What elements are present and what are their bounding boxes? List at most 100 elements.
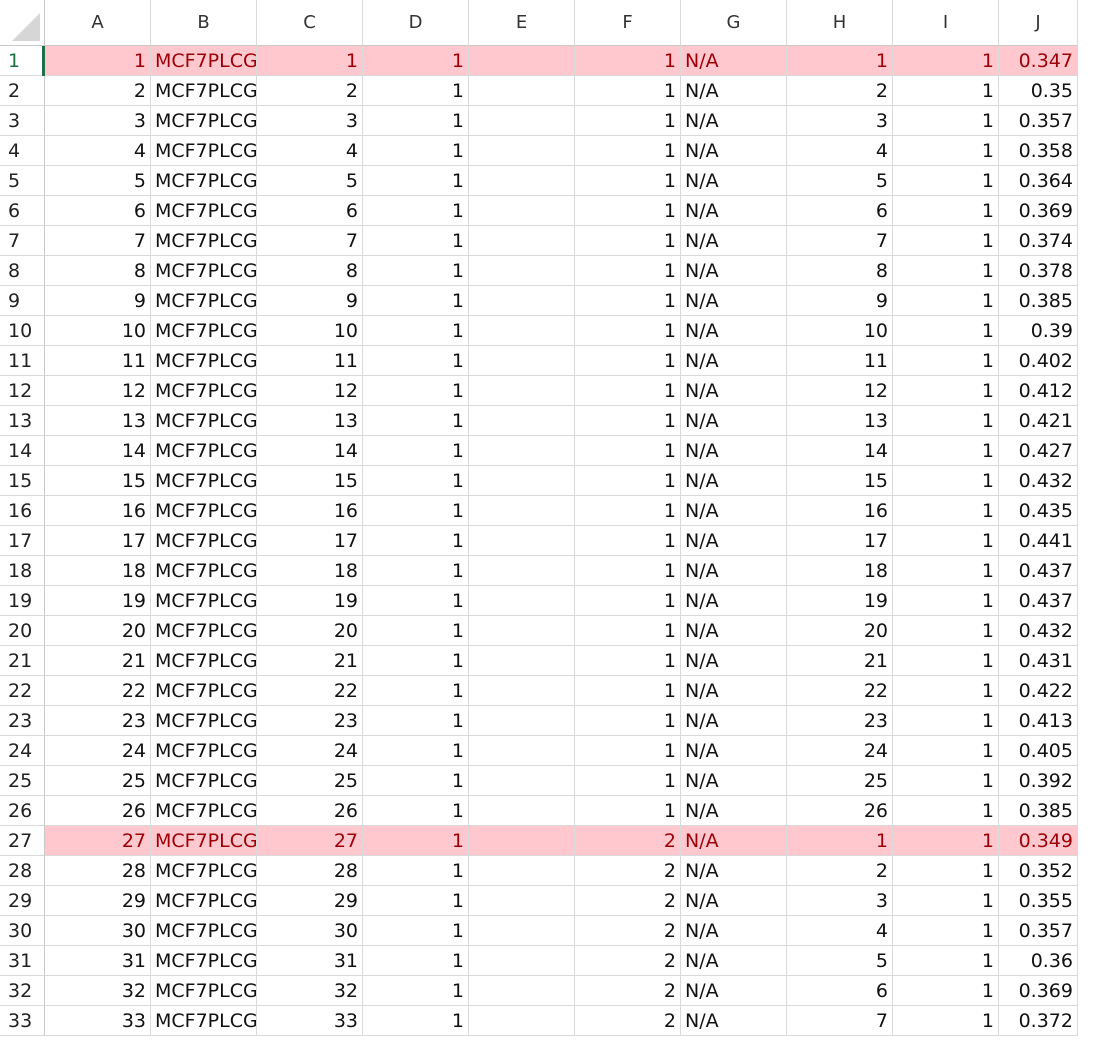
cell-d[interactable]: 1 <box>363 316 469 346</box>
cell-h[interactable]: 13 <box>787 406 893 436</box>
cell-e[interactable] <box>469 826 575 856</box>
cell-h[interactable]: 3 <box>787 886 893 916</box>
row-header[interactable]: 12 <box>0 376 45 406</box>
cell-f[interactable]: 1 <box>575 316 681 346</box>
cell-g[interactable]: N/A <box>681 466 787 496</box>
row-header[interactable]: 20 <box>0 616 45 646</box>
cell-c[interactable]: 16 <box>257 496 363 526</box>
cell-c[interactable]: 8 <box>257 256 363 286</box>
cell-g[interactable]: N/A <box>681 316 787 346</box>
cell-h[interactable]: 7 <box>787 1006 893 1036</box>
cell-a[interactable]: 26 <box>45 796 151 826</box>
cell-e[interactable] <box>469 166 575 196</box>
cell-h[interactable]: 1 <box>787 826 893 856</box>
cell-g[interactable]: N/A <box>681 916 787 946</box>
cell-d[interactable]: 1 <box>363 196 469 226</box>
cell-a[interactable]: 30 <box>45 916 151 946</box>
cell-c[interactable]: 14 <box>257 436 363 466</box>
cell-g[interactable]: N/A <box>681 526 787 556</box>
cell-b[interactable]: MCF7PLCG <box>151 496 257 526</box>
cell-d[interactable]: 1 <box>363 766 469 796</box>
cell-e[interactable] <box>469 436 575 466</box>
cell-a[interactable]: 29 <box>45 886 151 916</box>
cell-e[interactable] <box>469 196 575 226</box>
cell-h[interactable]: 15 <box>787 466 893 496</box>
column-header-c[interactable]: C <box>257 0 363 46</box>
cell-d[interactable]: 1 <box>363 856 469 886</box>
cell-a[interactable]: 17 <box>45 526 151 556</box>
cell-c[interactable]: 3 <box>257 106 363 136</box>
cell-d[interactable]: 1 <box>363 556 469 586</box>
cell-h[interactable]: 14 <box>787 436 893 466</box>
cell-c[interactable]: 1 <box>257 46 363 76</box>
cell-i[interactable]: 1 <box>893 976 999 1006</box>
cell-h[interactable]: 11 <box>787 346 893 376</box>
cell-g[interactable]: N/A <box>681 76 787 106</box>
cell-b[interactable]: MCF7PLCG <box>151 316 257 346</box>
cell-h[interactable]: 10 <box>787 316 893 346</box>
cell-c[interactable]: 13 <box>257 406 363 436</box>
cell-h[interactable]: 25 <box>787 766 893 796</box>
cell-b[interactable]: MCF7PLCG <box>151 796 257 826</box>
cell-h[interactable]: 6 <box>787 196 893 226</box>
cell-h[interactable]: 23 <box>787 706 893 736</box>
cell-a[interactable]: 28 <box>45 856 151 886</box>
cell-f[interactable]: 2 <box>575 826 681 856</box>
row-header[interactable]: 5 <box>0 166 45 196</box>
cell-h[interactable]: 16 <box>787 496 893 526</box>
cell-d[interactable]: 1 <box>363 466 469 496</box>
cell-d[interactable]: 1 <box>363 1006 469 1036</box>
cell-f[interactable]: 2 <box>575 886 681 916</box>
cell-h[interactable]: 4 <box>787 136 893 166</box>
cell-b[interactable]: MCF7PLCG <box>151 886 257 916</box>
cell-j[interactable]: 0.432 <box>999 616 1078 646</box>
cell-b[interactable]: MCF7PLCG <box>151 166 257 196</box>
row-header[interactable]: 2 <box>0 76 45 106</box>
cell-e[interactable] <box>469 226 575 256</box>
cell-j[interactable]: 0.358 <box>999 136 1078 166</box>
cell-f[interactable]: 1 <box>575 736 681 766</box>
cell-f[interactable]: 2 <box>575 1006 681 1036</box>
cell-e[interactable] <box>469 766 575 796</box>
cell-b[interactable]: MCF7PLCG <box>151 436 257 466</box>
cell-c[interactable]: 27 <box>257 826 363 856</box>
cell-a[interactable]: 33 <box>45 1006 151 1036</box>
cell-d[interactable]: 1 <box>363 796 469 826</box>
cell-i[interactable]: 1 <box>893 406 999 436</box>
row-header[interactable]: 8 <box>0 256 45 286</box>
cell-d[interactable]: 1 <box>363 916 469 946</box>
cell-a[interactable]: 20 <box>45 616 151 646</box>
cell-e[interactable] <box>469 946 575 976</box>
cell-j[interactable]: 0.369 <box>999 196 1078 226</box>
cell-a[interactable]: 7 <box>45 226 151 256</box>
column-header-g[interactable]: G <box>681 0 787 46</box>
cell-f[interactable]: 1 <box>575 196 681 226</box>
cell-b[interactable]: MCF7PLCG <box>151 1006 257 1036</box>
cell-d[interactable]: 1 <box>363 526 469 556</box>
cell-d[interactable]: 1 <box>363 706 469 736</box>
cell-i[interactable]: 1 <box>893 646 999 676</box>
cell-d[interactable]: 1 <box>363 586 469 616</box>
cell-j[interactable]: 0.372 <box>999 1006 1078 1036</box>
cell-c[interactable]: 11 <box>257 346 363 376</box>
cell-d[interactable]: 1 <box>363 346 469 376</box>
cell-h[interactable]: 22 <box>787 676 893 706</box>
cell-b[interactable]: MCF7PLCG <box>151 256 257 286</box>
cell-h[interactable]: 2 <box>787 76 893 106</box>
cell-i[interactable]: 1 <box>893 736 999 766</box>
cell-g[interactable]: N/A <box>681 706 787 736</box>
cell-j[interactable]: 0.402 <box>999 346 1078 376</box>
cell-a[interactable]: 1 <box>45 46 151 76</box>
cell-i[interactable]: 1 <box>893 496 999 526</box>
cell-g[interactable]: N/A <box>681 556 787 586</box>
cell-f[interactable]: 1 <box>575 256 681 286</box>
cell-j[interactable]: 0.352 <box>999 856 1078 886</box>
cell-i[interactable]: 1 <box>893 826 999 856</box>
cell-d[interactable]: 1 <box>363 406 469 436</box>
cell-e[interactable] <box>469 616 575 646</box>
row-header[interactable]: 18 <box>0 556 45 586</box>
cell-d[interactable]: 1 <box>363 376 469 406</box>
cell-g[interactable]: N/A <box>681 256 787 286</box>
cell-a[interactable]: 23 <box>45 706 151 736</box>
cell-j[interactable]: 0.427 <box>999 436 1078 466</box>
